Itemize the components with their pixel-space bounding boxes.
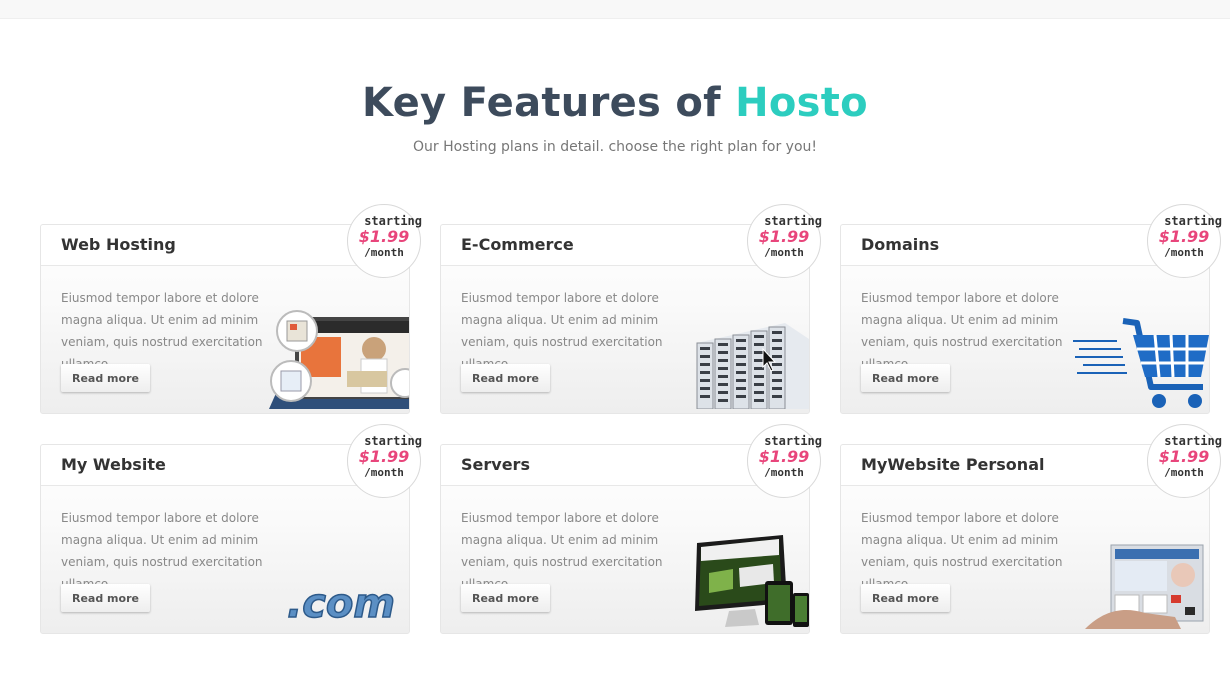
feature-card-e-commerce: E-Commerce Eiusmod tempor labore et dolo… xyxy=(440,204,822,414)
price-badge: starting $1.99 /month xyxy=(347,204,422,278)
card-description: Eiusmod tempor labore et dolore magna al… xyxy=(861,511,1063,591)
read-more-button[interactable]: Read more xyxy=(61,364,150,392)
price-amount: $1.99 xyxy=(758,447,810,466)
feature-card-domains: Domains Eiusmod tempor labore et dolore … xyxy=(840,204,1222,414)
card-title: Web Hosting xyxy=(61,235,176,254)
read-more-button[interactable]: Read more xyxy=(61,584,150,612)
section-subtitle: Our Hosting plans in detail. choose the … xyxy=(412,139,818,155)
top-bar xyxy=(0,0,1230,19)
section-title: Key Features of Hosto xyxy=(362,80,868,126)
feature-card-web-hosting: Web Hosting Eiusmod tempor labore et dol… xyxy=(40,204,422,414)
price-amount: $1.99 xyxy=(758,227,810,246)
card-title: My Website xyxy=(61,455,166,474)
feature-card-my-website: My Website Eiusmod tempor labore et dolo… xyxy=(40,424,422,634)
card-description: Eiusmod tempor labore et dolore magna al… xyxy=(461,291,663,371)
read-more-button[interactable]: Read more xyxy=(461,364,550,392)
price-amount: $1.99 xyxy=(358,447,410,466)
read-more-button[interactable]: Read more xyxy=(461,584,550,612)
price-badge: starting $1.99 /month xyxy=(1147,424,1222,498)
price-badge: starting $1.99 /month xyxy=(1147,204,1222,278)
card-description: Eiusmod tempor labore et dolore magna al… xyxy=(461,511,663,591)
responsive-devices-icon xyxy=(689,533,809,633)
shopping-cart-icon xyxy=(1073,317,1209,413)
card-description: Eiusmod tempor labore et dolore magna al… xyxy=(61,291,263,371)
feature-card-mywebsite-personal: MyWebsite Personal Eiusmod tempor labore… xyxy=(840,424,1222,634)
server-rack-icon xyxy=(693,309,809,413)
dotcom-icon: .com xyxy=(283,579,399,629)
price-badge: starting $1.99 /month xyxy=(347,424,422,498)
price-amount: $1.99 xyxy=(1158,227,1210,246)
svg-text:.com: .com xyxy=(287,581,395,625)
price-amount: $1.99 xyxy=(1158,447,1210,466)
card-description: Eiusmod tempor labore et dolore magna al… xyxy=(61,511,263,591)
website-screen-icon xyxy=(1085,543,1205,633)
price-amount: $1.99 xyxy=(358,227,410,246)
feature-card-servers: Servers Eiusmod tempor labore et dolore … xyxy=(440,424,822,634)
laptop-website-icon xyxy=(269,309,420,413)
read-more-button[interactable]: Read more xyxy=(861,364,950,392)
read-more-button[interactable]: Read more xyxy=(861,584,950,612)
card-title: Domains xyxy=(861,235,940,254)
card-title: MyWebsite Personal xyxy=(861,455,1045,474)
card-title: E-Commerce xyxy=(461,235,574,254)
brand-name: Hosto xyxy=(735,80,868,126)
price-badge: starting $1.99 /month xyxy=(747,424,822,498)
card-description: Eiusmod tempor labore et dolore magna al… xyxy=(861,291,1063,371)
card-title: Servers xyxy=(461,455,530,474)
price-badge: starting $1.99 /month xyxy=(747,204,822,278)
